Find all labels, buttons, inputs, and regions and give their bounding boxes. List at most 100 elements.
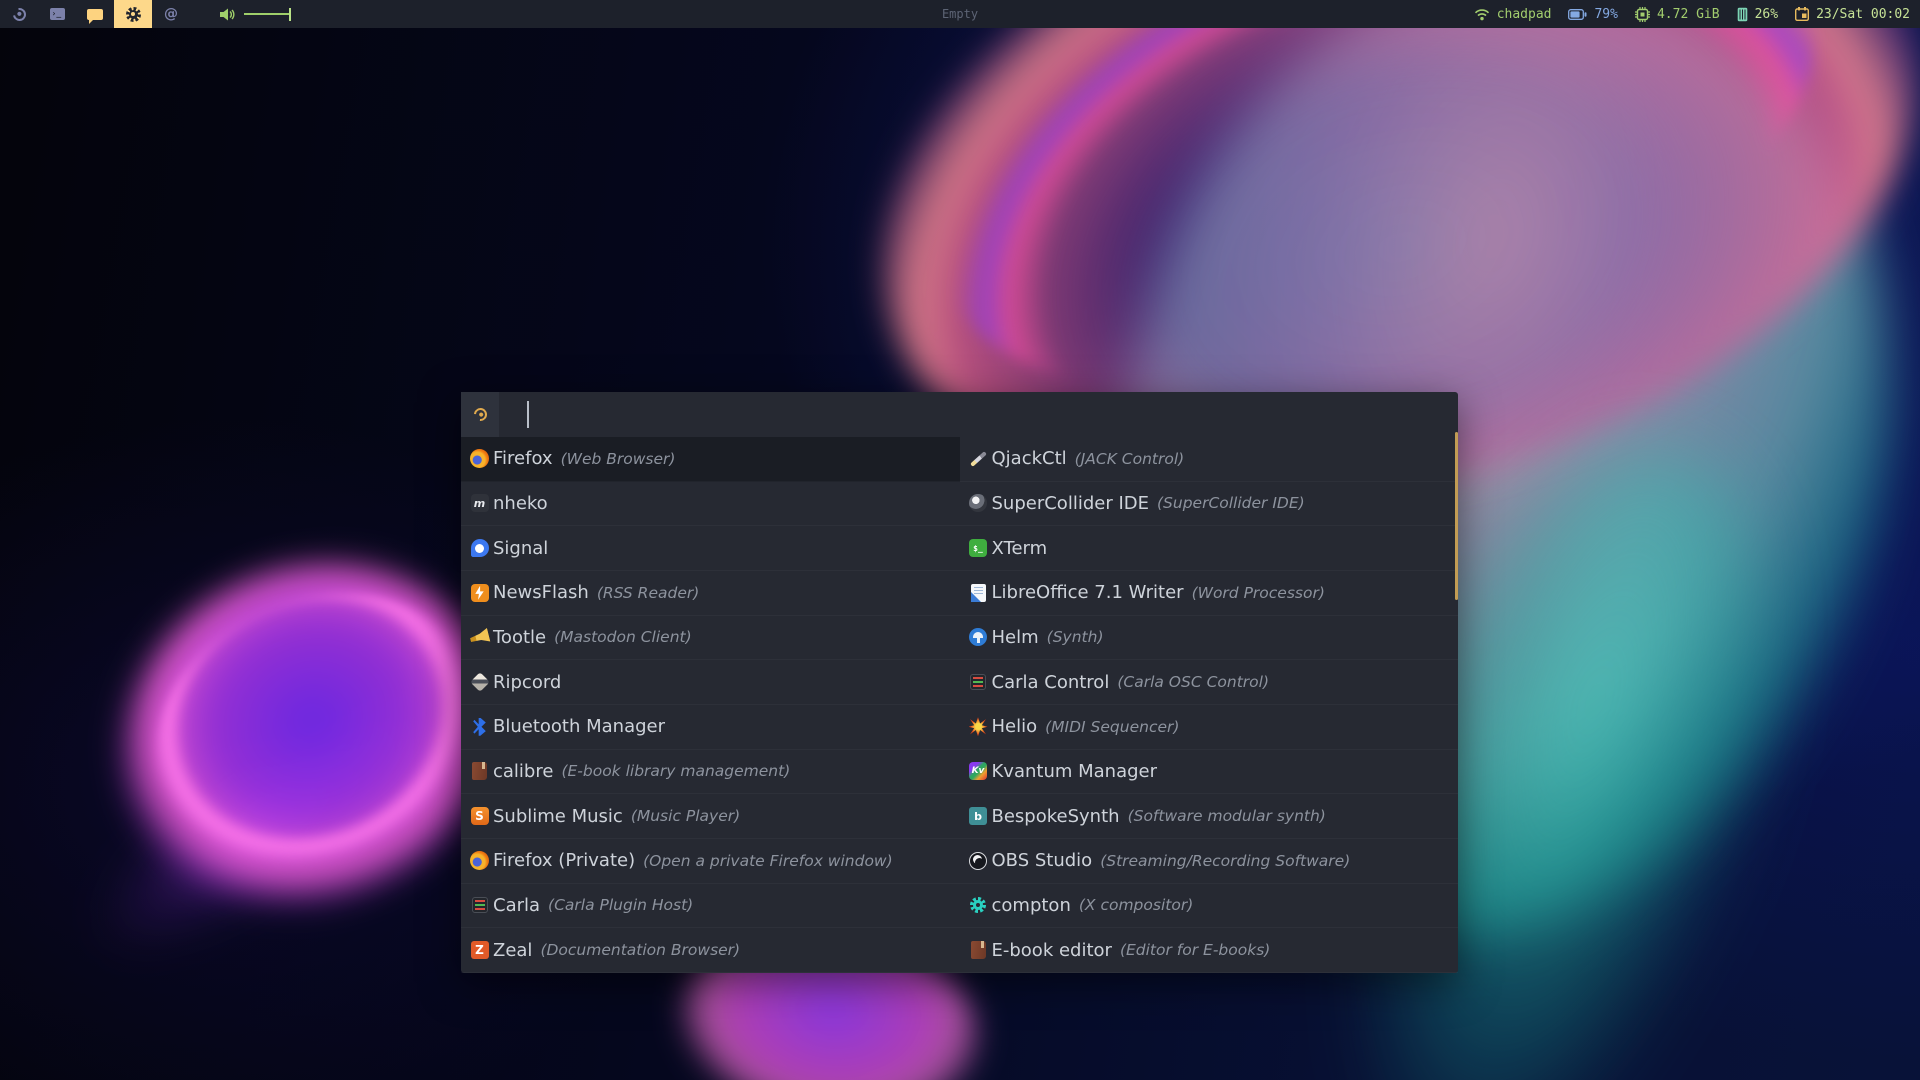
volume-slider-thumb[interactable] — [288, 7, 291, 21]
launcher-item[interactable]: SuperCollider IDE (SuperCollider IDE) — [959, 482, 1458, 527]
launcher-item-title: LibreOffice 7.1 Writer — [991, 582, 1184, 604]
firefox-icon — [469, 448, 490, 469]
launcher-item[interactable]: Helio (MIDI Sequencer) — [959, 705, 1458, 750]
firefox-icon — [469, 850, 490, 871]
launcher-item[interactable]: LibreOffice 7.1 Writer (Word Processor) — [959, 571, 1458, 616]
launcher-item-title: Tootle — [493, 626, 547, 648]
launcher-item[interactable]: Carla Control (Carla OSC Control) — [959, 660, 1458, 705]
cpu-chip-icon — [1634, 6, 1650, 22]
launcher-item-title: SuperCollider IDE — [991, 492, 1149, 514]
zeal-icon: Z — [469, 940, 490, 961]
workspace-button-5[interactable]: @ — [152, 0, 190, 28]
wifi-status[interactable]: chadpad — [1474, 6, 1552, 22]
launcher-item[interactable]: S Sublime Music (Music Player) — [461, 794, 960, 839]
wifi-ssid: chadpad — [1496, 6, 1552, 22]
qjackctl-icon — [968, 448, 989, 469]
bespokesynth-icon: b — [968, 806, 989, 827]
launcher-item-title: nheko — [493, 492, 548, 514]
launcher-scrollbar[interactable] — [1455, 432, 1458, 600]
launcher-item-desc: (Documentation Browser) — [540, 941, 741, 960]
carla-icon — [469, 895, 490, 916]
volume-control[interactable] — [220, 7, 291, 21]
launcher-item[interactable]: Tootle (Mastodon Client) — [461, 616, 960, 661]
launcher-item-title: Signal — [493, 537, 549, 559]
launcher-item-desc: (E-book library management) — [561, 762, 791, 781]
launcher-item[interactable]: Firefox (Web Browser) — [461, 437, 960, 482]
workspace-button-3[interactable] — [76, 0, 114, 28]
launcher-item-desc: (Synth) — [1046, 628, 1104, 647]
sublime-music-icon: S — [469, 806, 490, 827]
launcher-column-right: QjackCtl (JACK Control) SuperCollider IDE (… — [959, 437, 1458, 973]
launcher-item-title: Helm — [991, 626, 1039, 648]
supercollider-icon — [968, 493, 989, 514]
launcher-item-desc: (Software modular synth) — [1127, 807, 1326, 826]
launcher-item-desc: (Word Processor) — [1191, 583, 1325, 602]
launcher-item[interactable]: calibre (E-book library management) — [461, 750, 960, 795]
clock-status[interactable]: 23/Sat 00:02 — [1795, 7, 1910, 22]
launcher-item-title: Firefox (Private) — [493, 850, 636, 872]
launcher-item[interactable]: Helm (Synth) — [959, 616, 1458, 661]
compton-icon — [968, 895, 989, 916]
desktop: @ Empty chadpad — [0, 0, 1920, 1080]
launcher-item-desc: (Carla Plugin Host) — [548, 896, 694, 915]
workspace-button-1[interactable] — [0, 0, 38, 28]
launcher-item-desc: (Mastodon Client) — [554, 628, 692, 647]
launcher-item-title: QjackCtl — [991, 448, 1067, 470]
ram-icon — [1737, 7, 1747, 21]
launcher-item[interactable]: $_ XTerm — [959, 526, 1458, 571]
xterm-icon: $_ — [968, 538, 989, 559]
app-launcher: Firefox (Web Browser) m nheko Signal NewsFlas… — [461, 392, 1458, 973]
cpu-percent: 26% — [1754, 6, 1779, 22]
search-input[interactable] — [499, 392, 1458, 437]
workspace-button-4[interactable] — [114, 0, 152, 28]
libreoffice-writer-icon — [968, 582, 989, 603]
terminal-icon — [49, 8, 65, 20]
volume-slider[interactable] — [244, 7, 291, 21]
launcher-item-title: calibre — [493, 760, 554, 782]
launcher-item[interactable]: OBS Studio (Streaming/Recording Software) — [959, 839, 1458, 884]
launcher-item[interactable]: Z Zeal (Documentation Browser) — [461, 928, 960, 973]
launcher-item[interactable]: Carla (Carla Plugin Host) — [461, 884, 960, 929]
launcher-item-title: Carla — [493, 894, 541, 916]
workspace-button-2[interactable] — [38, 0, 76, 28]
newsflash-icon — [469, 582, 490, 603]
launcher-item[interactable]: Bluetooth Manager — [461, 705, 960, 750]
launcher-item[interactable]: Kv Kvantum Manager — [959, 750, 1458, 795]
helm-icon — [968, 627, 989, 648]
launcher-item[interactable]: Signal — [461, 526, 960, 571]
carla-icon — [968, 672, 989, 693]
calendar-icon — [1795, 7, 1810, 21]
launcher-mode-icon — [461, 392, 499, 437]
launcher-item-desc: (MIDI Sequencer) — [1045, 717, 1180, 736]
speaker-icon — [220, 8, 235, 20]
calibre-icon — [469, 761, 490, 782]
workspace-switcher: @ — [0, 0, 190, 28]
launcher-item[interactable]: m nheko — [461, 482, 960, 527]
text-caret — [527, 401, 529, 428]
top-panel: @ Empty chadpad — [0, 0, 1920, 28]
launcher-item[interactable]: b BespokeSynth (Software modular synth) — [959, 794, 1458, 839]
launcher-item-title: Ripcord — [493, 671, 562, 693]
launcher-column-left: Firefox (Web Browser) m nheko Signal NewsFlas… — [461, 437, 960, 973]
battery-status[interactable]: 79% — [1568, 7, 1618, 22]
launcher-item-desc: (RSS Reader) — [596, 583, 700, 602]
launcher-item-title: E-book editor — [991, 939, 1112, 961]
launcher-item-title: Bluetooth Manager — [493, 716, 666, 738]
kvantum-icon: Kv — [968, 761, 989, 782]
jellyfish-left-tentacle — [63, 650, 477, 990]
memory-status[interactable]: 4.72 GiB — [1634, 6, 1720, 22]
launcher-item-desc: (SuperCollider IDE) — [1156, 494, 1305, 513]
memory-used: 4.72 GiB — [1656, 6, 1720, 22]
launcher-item[interactable]: Ripcord — [461, 660, 960, 705]
battery-icon — [1568, 8, 1587, 20]
launcher-item[interactable]: Firefox (Private) (Open a private Firefox… — [461, 839, 960, 884]
gear-icon — [125, 6, 141, 22]
launcher-item[interactable]: compton (X compositor) — [959, 884, 1458, 929]
cpu-status[interactable]: 26% — [1737, 7, 1778, 22]
launcher-item-desc: (Editor for E-books) — [1119, 941, 1271, 960]
launcher-item-desc: (Carla OSC Control) — [1117, 673, 1270, 692]
at-sign-icon: @ — [164, 6, 178, 22]
launcher-item[interactable]: E-book editor (Editor for E-books) — [959, 928, 1458, 973]
launcher-item[interactable]: NewsFlash (RSS Reader) — [461, 571, 960, 616]
launcher-item[interactable]: QjackCtl (JACK Control) — [959, 437, 1458, 482]
